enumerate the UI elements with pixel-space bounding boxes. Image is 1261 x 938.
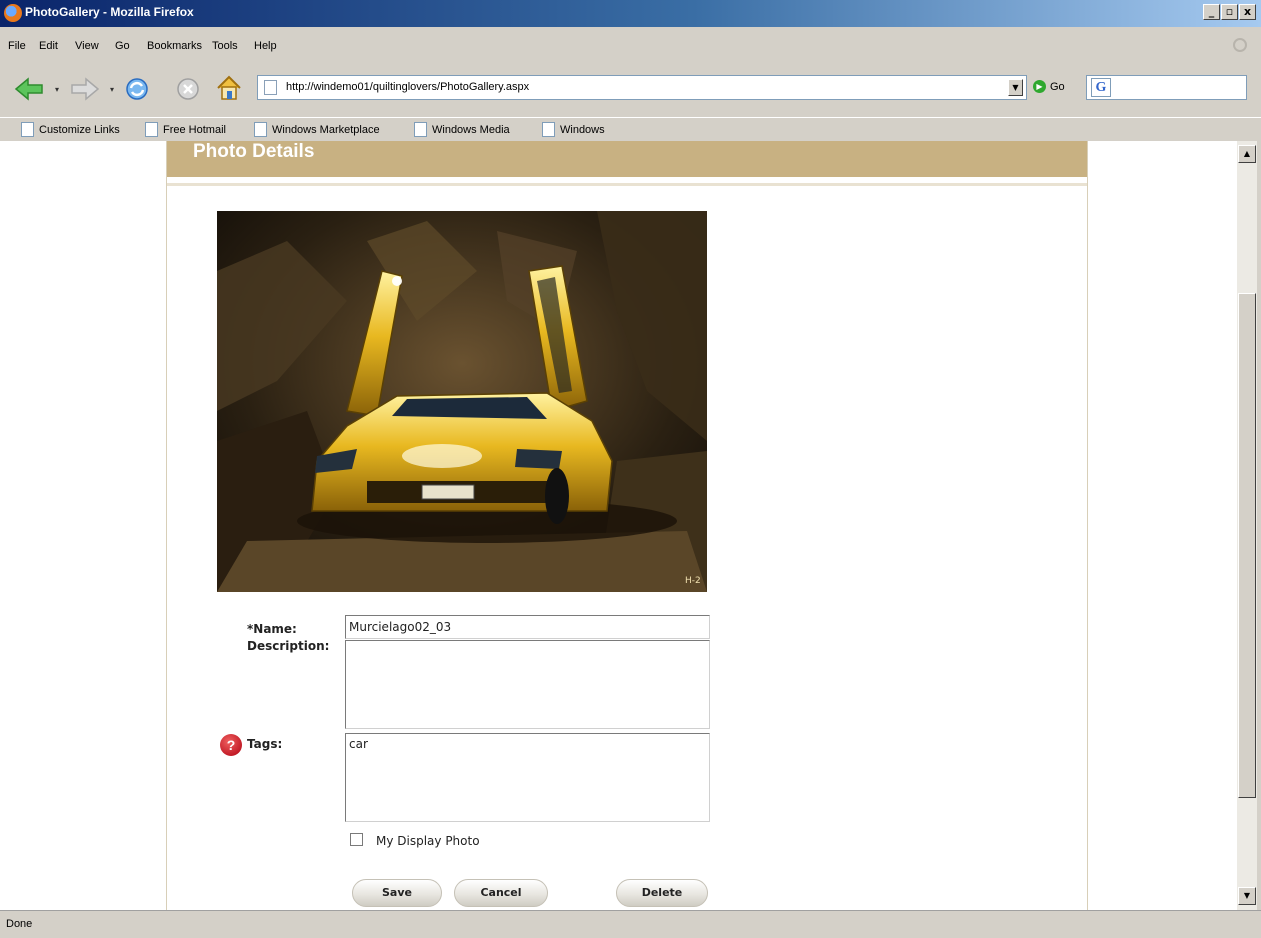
reload-icon [126,78,148,100]
photo-details-panel: Photo Details H-2 *Name: Murcielago02_03… [166,141,1088,910]
bookmark-label: Customize Links [39,123,120,136]
forward-arrow-icon [71,77,100,101]
firefox-icon [4,4,22,22]
bookmark-page-icon [542,122,555,137]
back-arrow-icon [14,77,43,101]
go-label: Go [1050,80,1065,93]
close-button[interactable]: x [1239,4,1256,20]
back-dropdown-icon[interactable]: ▾ [55,85,59,94]
menu-bar: File Edit View Go Bookmarks Tools Help [0,34,1261,56]
page-viewport: Photo Details H-2 *Name: Murcielago02_03… [0,141,1237,910]
bookmark-page-icon [254,122,267,137]
delete-button[interactable]: Delete [616,879,708,907]
car-photo: H-2 [217,211,707,592]
menu-tools[interactable]: Tools [212,40,238,52]
scroll-down-button[interactable]: ▼ [1238,887,1256,905]
photo-watermark: H-2 [685,576,701,586]
back-button[interactable] [14,77,44,101]
menu-bookmarks[interactable]: Bookmarks [147,40,202,52]
menu-go[interactable]: Go [115,40,130,52]
home-icon [217,75,241,100]
minimize-button[interactable]: _ [1203,4,1220,20]
help-icon[interactable]: ? [220,734,242,756]
scroll-up-button[interactable]: ▲ [1238,145,1256,163]
bookmark-customize-links[interactable]: Customize Links [21,122,120,137]
bookmark-label: Windows Marketplace [272,123,380,136]
forward-dropdown-icon[interactable]: ▾ [110,85,114,94]
status-bar: Done [0,910,1261,938]
tags-textarea[interactable]: car [345,733,710,822]
menu-file[interactable]: File [8,40,26,52]
url-text[interactable]: http://windemo01/quiltinglovers/PhotoGal… [286,81,529,93]
description-textarea[interactable] [345,640,710,729]
menu-view[interactable]: View [75,40,99,52]
bookmarks-toolbar: Customize Links Free Hotmail Windows Mar… [0,117,1261,141]
bookmark-windows-marketplace[interactable]: Windows Marketplace [254,122,380,137]
stop-button[interactable] [175,76,201,102]
url-bar[interactable]: http://windemo01/quiltinglovers/PhotoGal… [257,75,1027,100]
photo-image: H-2 [217,211,707,592]
title-bar: PhotoGallery - Mozilla Firefox _ ▫ x [0,0,1261,27]
bookmark-page-icon [414,122,427,137]
scroll-thumb[interactable] [1238,293,1256,798]
browser-window: PhotoGallery - Mozilla Firefox _ ▫ x Fil… [0,0,1261,938]
home-button[interactable] [215,74,243,102]
bookmark-label: Windows Media [432,123,510,136]
display-photo-checkbox[interactable] [350,833,363,846]
bookmark-windows[interactable]: Windows [542,122,605,137]
search-box[interactable]: G [1086,75,1247,100]
display-photo-label: My Display Photo [376,834,480,848]
bookmark-page-icon [21,122,34,137]
bookmark-page-icon [145,122,158,137]
go-button[interactable]: ▶ Go [1033,80,1065,93]
save-button[interactable]: Save [352,879,442,907]
vertical-scrollbar[interactable]: ▲ ▼ [1237,141,1257,910]
maximize-button[interactable]: ▫ [1221,4,1238,20]
name-label: *Name: [247,622,297,636]
panel-title: Photo Details [193,141,315,162]
reload-button[interactable] [124,76,150,102]
status-text: Done [6,918,33,930]
window-title: PhotoGallery - Mozilla Firefox [25,5,194,19]
page-icon [264,80,277,95]
bookmark-label: Free Hotmail [163,123,226,136]
throbber-icon [1233,38,1247,52]
search-engine-icon[interactable]: G [1091,78,1111,97]
name-input[interactable] [345,615,710,639]
url-history-dropdown-button[interactable]: ▼ [1008,79,1023,96]
bookmark-windows-media[interactable]: Windows Media [414,122,510,137]
menu-edit[interactable]: Edit [39,40,58,52]
header-divider [167,183,1087,186]
bookmark-free-hotmail[interactable]: Free Hotmail [145,122,226,137]
menu-help[interactable]: Help [254,40,277,52]
description-label: Description: [247,639,330,653]
go-arrow-icon: ▶ [1033,80,1046,93]
tags-label: Tags: [247,737,283,751]
forward-button[interactable] [70,77,100,101]
bookmark-label: Windows [560,123,605,136]
cancel-button[interactable]: Cancel [454,879,548,907]
panel-header: Photo Details [167,141,1087,177]
stop-icon [177,78,199,100]
